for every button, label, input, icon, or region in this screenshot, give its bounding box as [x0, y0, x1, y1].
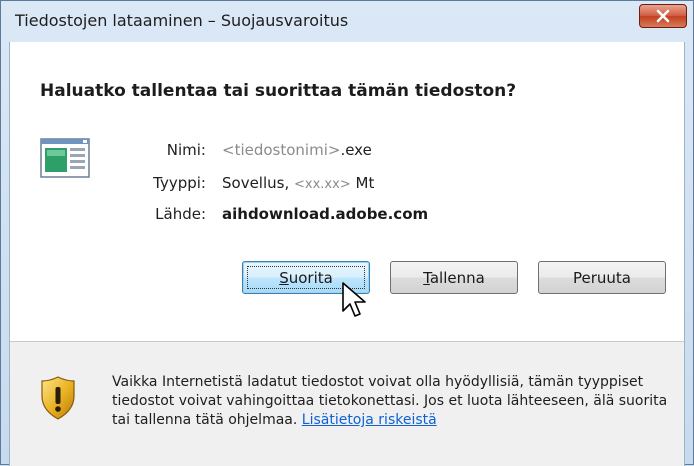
source-label: Lähde: — [155, 205, 206, 223]
save-button[interactable]: Tallenna — [390, 261, 518, 294]
file-name-placeholder: <tiedostonimi> — [222, 141, 341, 159]
cancel-button-label: Peruuta — [573, 268, 631, 287]
name-value: <tiedostonimi>.exe — [222, 141, 372, 159]
mouse-pointer-icon — [342, 282, 366, 317]
warning-message: Vaikka Internetistä ladatut tiedostot vo… — [112, 373, 672, 430]
title-bar[interactable]: Tiedostojen lataaminen – Suojausvaroitus — [1, 1, 693, 41]
file-extension: .exe — [340, 141, 372, 159]
warning-panel: Vaikka Internetistä ladatut tiedostot vo… — [10, 342, 684, 466]
cancel-button[interactable]: Peruuta — [538, 261, 666, 294]
file-type: Sovellus, — [222, 174, 290, 192]
dialog-question: Haluatko tallentaa tai suorittaa tämän t… — [40, 81, 517, 101]
file-size-placeholder: <xx.xx> — [294, 177, 351, 192]
save-button-label: Tallenna — [423, 268, 485, 287]
security-shield-warning-icon — [41, 376, 75, 420]
type-label: Tyyppi: — [153, 174, 206, 192]
dialog-body: Haluatko tallentaa tai suorittaa tämän t… — [9, 42, 686, 466]
window-title: Tiedostojen lataaminen – Suojausvaroitus — [15, 11, 349, 30]
run-button-label: Suorita — [279, 268, 333, 287]
close-button[interactable] — [639, 4, 687, 28]
close-x-icon — [656, 9, 670, 23]
source-value: aihdownload.adobe.com — [222, 205, 429, 223]
file-size-unit: Mt — [355, 174, 375, 192]
learn-more-link[interactable]: Lisätietoja riskeistä — [302, 412, 437, 428]
security-warning-dialog: Tiedostojen lataaminen – Suojausvaroitus… — [0, 0, 694, 466]
name-label: Nimi: — [166, 141, 206, 159]
type-value: Sovellus, <xx.xx> Mt — [222, 174, 374, 192]
